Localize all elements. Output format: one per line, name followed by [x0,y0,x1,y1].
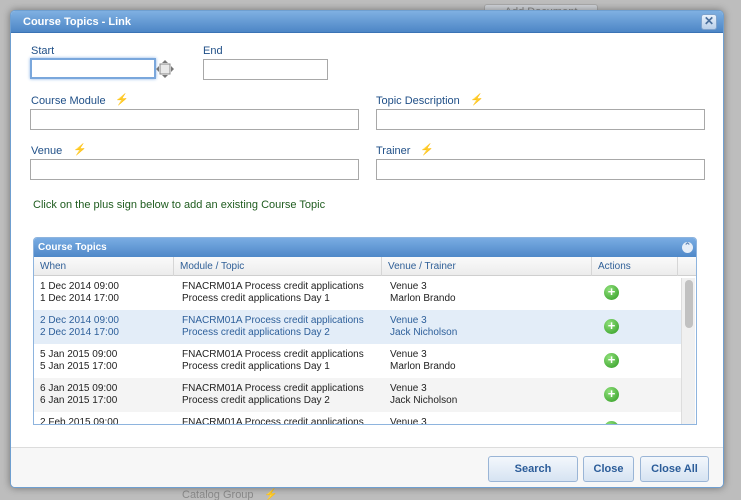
add-plus-icon[interactable]: + [604,387,619,402]
table-row[interactable]: 2 Feb 2015 09:00 FNACRM01A Process credi… [34,412,682,425]
when-end: 6 Jan 2015 17:00 [40,395,118,406]
catalog-group-label: Catalog Group [182,489,254,500]
venue-name: Venue 3 [390,315,427,326]
module-name: FNACRM01A Process credit applications [182,417,364,425]
dialog-footer: Search Close Close All [11,447,723,487]
grid-header: Course Topics ⌃ [34,238,696,257]
when-start: 6 Jan 2015 09:00 [40,383,118,394]
close-all-button[interactable]: Close All [640,456,709,482]
module-name: FNACRM01A Process credit applications [182,281,364,292]
when-start: 5 Jan 2015 09:00 [40,349,118,360]
lightning-icon: ⚡ [470,94,484,106]
table-row[interactable]: 6 Jan 2015 09:00 6 Jan 2015 17:00 FNACRM0… [34,378,682,412]
trainer-name: Marlon Brando [390,293,456,304]
add-plus-icon[interactable]: + [604,319,619,334]
topic-description-input[interactable] [376,109,705,130]
table-row[interactable]: 2 Dec 2014 09:00 2 Dec 2014 17:00 FNACRM0… [34,310,682,344]
when-end: 5 Jan 2015 17:00 [40,361,118,372]
course-topics-link-dialog: Course Topics - Link ✕ Start End Course … [10,10,724,488]
trainer-name: Jack Nicholson [390,395,458,406]
column-module-topic[interactable]: Module / Topic [174,257,382,276]
column-actions: Actions [592,257,678,276]
venue-name: Venue 3 [390,383,427,394]
add-plus-icon[interactable]: + [604,421,619,424]
module-name: FNACRM01A Process credit applications [182,315,364,326]
grid-column-headers: When Module / Topic Venue / Trainer Acti… [34,257,696,276]
add-plus-icon[interactable]: + [604,285,619,300]
dialog-titlebar: Course Topics - Link ✕ [11,11,723,33]
topic-name: Process credit applications Day 2 [182,327,330,338]
lightning-icon: ⚡ [115,94,129,106]
search-button[interactable]: Search [488,456,578,482]
trainer-input[interactable] [376,159,705,180]
close-button[interactable]: Close [583,456,634,482]
trainer-name: Jack Nicholson [390,327,458,338]
add-plus-icon[interactable]: + [604,353,619,368]
grid-rows: 1 Dec 2014 09:00 1 Dec 2014 17:00 FNACRM0… [34,276,682,425]
course-topics-grid: Course Topics ⌃ When Module / Topic Venu… [33,237,697,425]
when-start: 1 Dec 2014 09:00 [40,281,119,292]
module-name: FNACRM01A Process credit applications [182,349,364,360]
topic-description-label: Topic Description [376,95,460,107]
table-row[interactable]: 5 Jan 2015 09:00 5 Jan 2015 17:00 FNACRM0… [34,344,682,378]
lightning-icon: ⚡ [73,144,87,156]
venue-input[interactable] [30,159,359,180]
collapse-icon[interactable]: ⌃ [682,242,693,253]
when-end: 2 Dec 2014 17:00 [40,327,119,338]
grid-title: Course Topics [38,242,107,253]
close-icon[interactable]: ✕ [701,14,717,30]
venue-name: Venue 3 [390,281,427,292]
venue-name: Venue 3 [390,349,427,360]
module-name: FNACRM01A Process credit applications [182,383,364,394]
start-input[interactable] [30,58,156,79]
lightning-icon: ⚡ [420,144,434,156]
column-venue-trainer[interactable]: Venue / Trainer [382,257,592,276]
trainer-name: Marlon Brando [390,361,456,372]
when-start: 2 Feb 2015 09:00 [40,417,119,425]
end-input[interactable] [203,59,328,80]
venue-label: Venue [31,145,63,157]
topic-name: Process credit applications Day 1 [182,361,330,372]
dialog-title: Course Topics - Link [23,16,131,28]
scrollbar-thumb[interactable] [685,280,693,328]
add-topic-hint: Click on the plus sign below to add an e… [33,199,326,211]
grid-scrollbar[interactable] [681,278,695,424]
course-module-label: Course Module [31,95,106,107]
trainer-label: Trainer [376,145,411,157]
topic-name: Process credit applications Day 2 [182,395,330,406]
column-when[interactable]: When [34,257,174,276]
when-start: 2 Dec 2014 09:00 [40,315,119,326]
start-label: Start [31,45,55,57]
lightning-icon: ⚡ [264,489,278,500]
course-module-input[interactable] [30,109,359,130]
table-row[interactable]: 1 Dec 2014 09:00 1 Dec 2014 17:00 FNACRM0… [34,276,682,310]
end-label: End [203,45,223,57]
date-picker-icon[interactable] [156,60,174,78]
venue-name: Venue 3 [390,417,427,425]
topic-name: Process credit applications Day 1 [182,293,330,304]
when-end: 1 Dec 2014 17:00 [40,293,119,304]
